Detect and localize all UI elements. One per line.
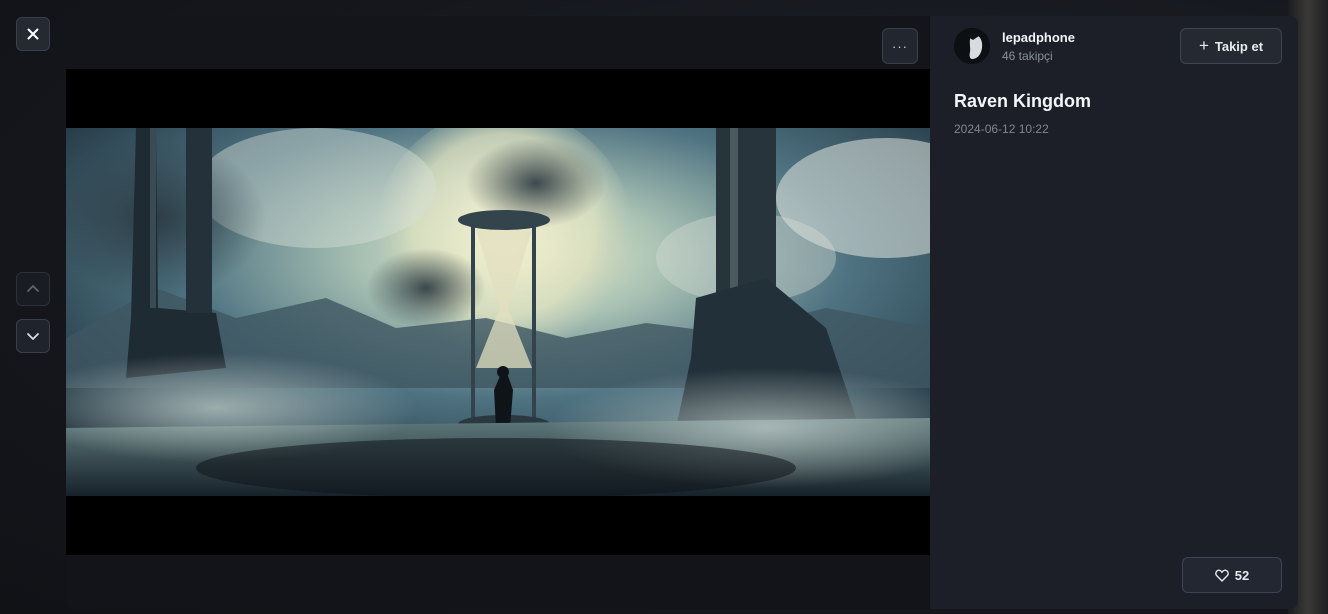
heart-icon — [1214, 569, 1229, 582]
video-still — [66, 128, 930, 496]
author-name[interactable]: lepadphone — [1002, 30, 1075, 45]
close-button[interactable] — [16, 17, 50, 51]
like-button[interactable]: 52 — [1182, 557, 1282, 593]
next-button[interactable] — [16, 319, 50, 353]
viewer-toolbar: ··· — [66, 16, 930, 69]
post-title: Raven Kingdom — [954, 91, 1092, 111]
close-icon — [27, 28, 39, 40]
video-player[interactable] — [66, 69, 930, 555]
more-options-button[interactable]: ··· — [882, 28, 918, 64]
media-viewer: ··· — [66, 16, 930, 609]
more-icon: ··· — [892, 38, 908, 54]
video-frame — [66, 128, 930, 496]
follow-button[interactable]: + Takip et — [1180, 28, 1282, 64]
avatar-image — [954, 28, 990, 64]
author-followers: 46 takipçi — [1002, 49, 1053, 63]
post-date: 2024-06-12 10:22 — [954, 122, 1049, 136]
like-count: 52 — [1234, 567, 1250, 583]
previous-button[interactable] — [16, 272, 50, 306]
avatar[interactable] — [954, 28, 990, 64]
plus-icon: + — [1198, 36, 1209, 55]
post-details-panel: lepadphone 46 takipçi + Takip et Raven K… — [930, 16, 1298, 609]
viewer-footer — [66, 555, 930, 609]
chevron-up-icon — [27, 285, 39, 292]
chevron-down-icon — [27, 333, 39, 340]
follow-label: Takip et — [1214, 38, 1264, 54]
